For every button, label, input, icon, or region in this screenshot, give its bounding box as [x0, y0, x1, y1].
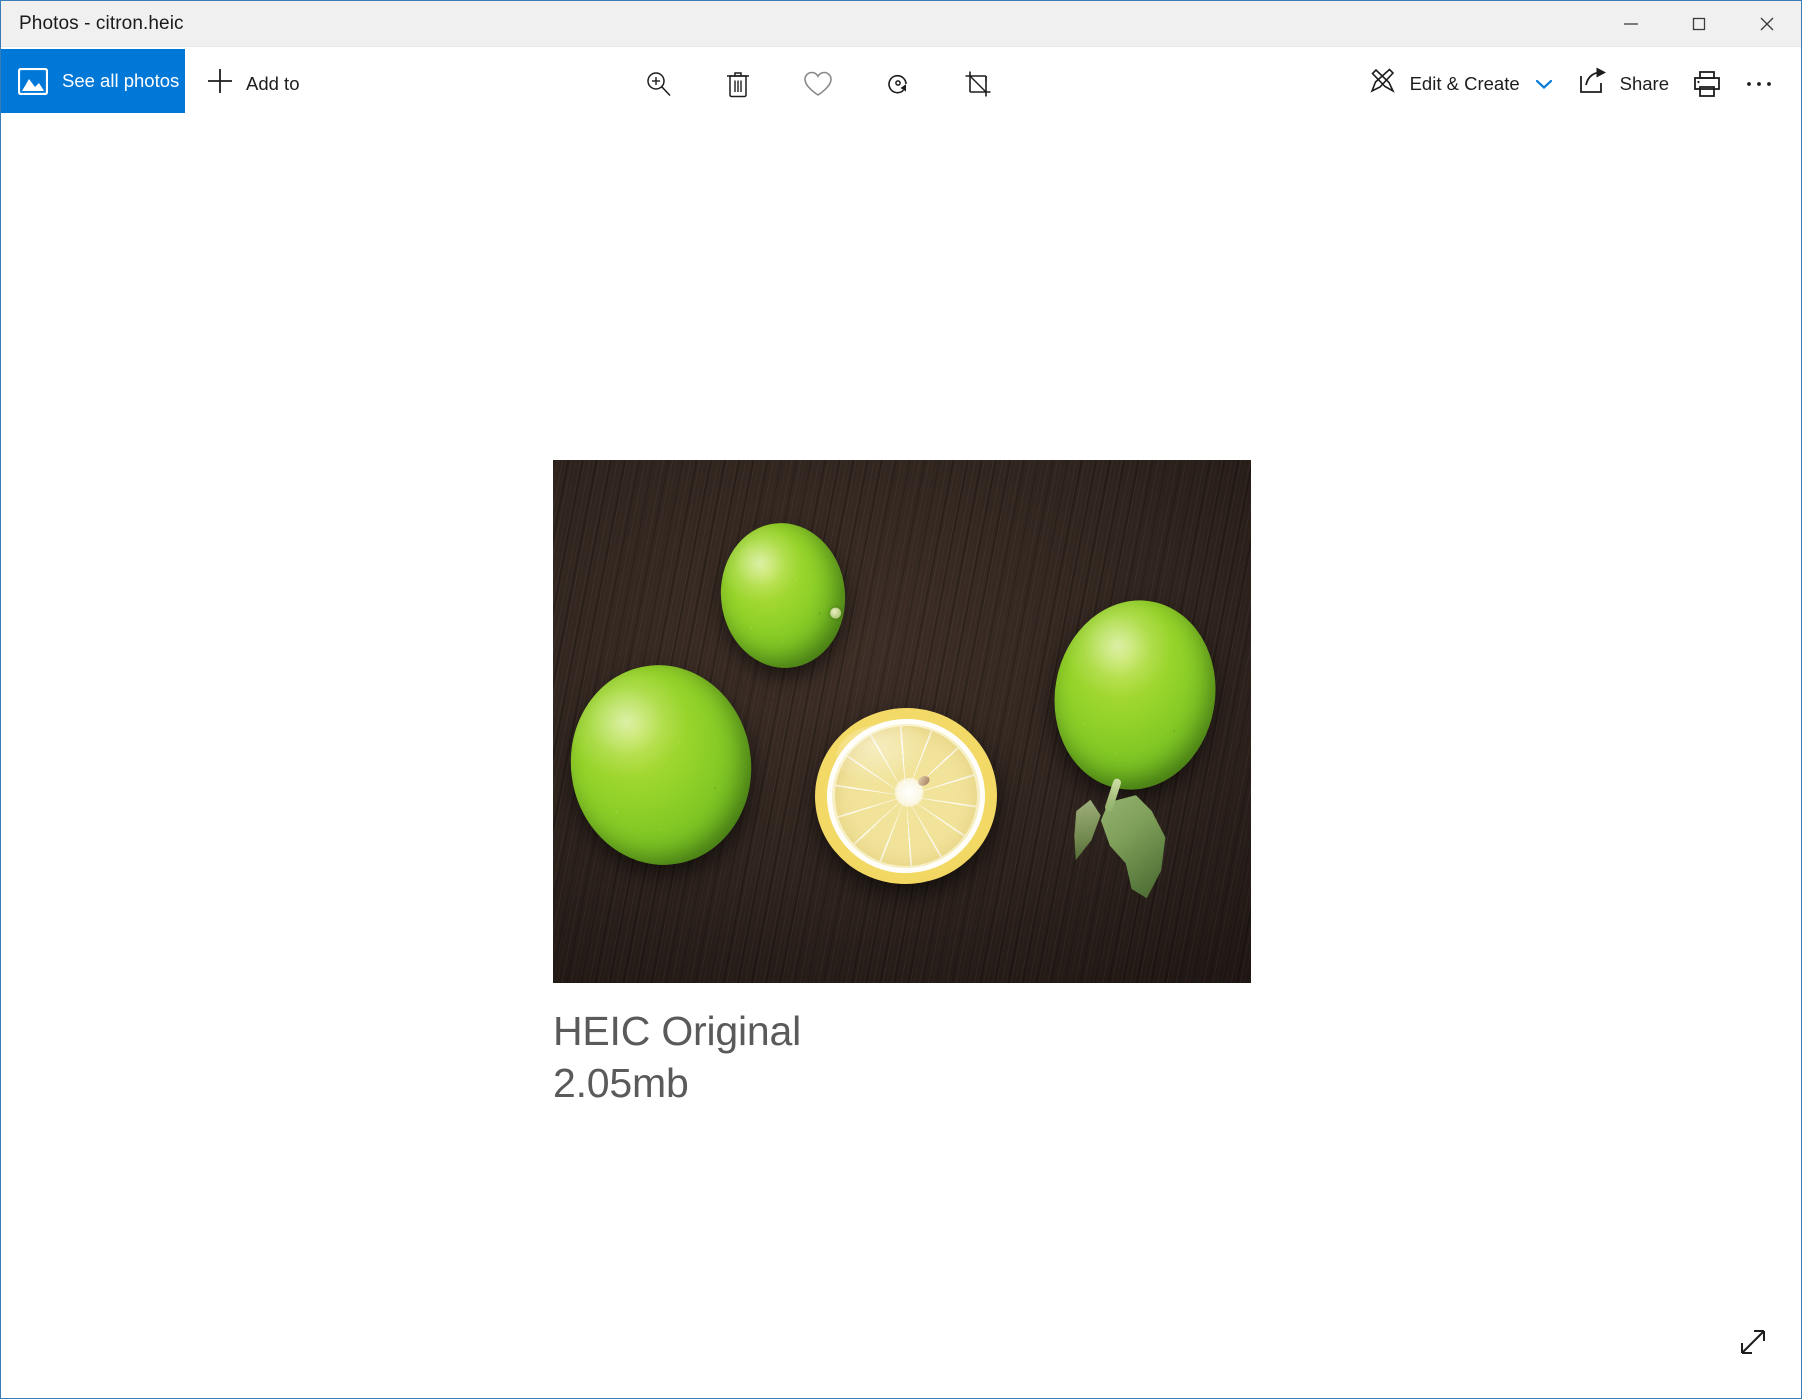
plus-icon	[205, 66, 235, 101]
photos-icon	[17, 67, 49, 95]
lime-top-nub	[829, 606, 842, 620]
title-bar: Photos - citron.heic	[1, 1, 1801, 47]
window-controls	[1597, 1, 1801, 47]
printer-icon	[1692, 69, 1722, 99]
window-title: Photos - citron.heic	[19, 12, 184, 34]
more-ellipsis-icon	[1744, 79, 1774, 89]
photo-viewer-canvas: HEIC Original 2.05mb	[1, 120, 1801, 1398]
expand-button[interactable]	[1725, 1316, 1781, 1372]
see-all-photos-label: See all photos	[62, 70, 180, 91]
minimize-icon	[1620, 13, 1642, 35]
photos-app-window: Photos - citron.heic See all photos Add …	[0, 0, 1802, 1399]
share-button[interactable]: Share	[1565, 47, 1681, 120]
expand-diagonal-icon	[1733, 1322, 1773, 1367]
chevron-down-icon[interactable]	[1535, 78, 1553, 90]
photo-caption: HEIC Original 2.05mb	[553, 1005, 1251, 1109]
photo-block: HEIC Original 2.05mb	[553, 460, 1251, 1109]
favorite-button[interactable]	[792, 58, 844, 110]
add-to-label: Add to	[246, 72, 300, 94]
caption-line-size: 2.05mb	[553, 1060, 689, 1107]
toolbar-right-actions: Edit & Create Share	[1355, 47, 1801, 120]
minimize-button[interactable]	[1597, 1, 1665, 47]
zoom-in-icon	[643, 69, 673, 99]
maximize-button[interactable]	[1665, 1, 1733, 47]
edit-create-icon	[1367, 66, 1399, 101]
share-icon	[1577, 66, 1609, 101]
rotate-button[interactable]	[872, 58, 924, 110]
maximize-icon	[1688, 13, 1710, 35]
delete-button[interactable]	[712, 58, 764, 110]
toolbar-spring	[1004, 47, 1355, 120]
add-to-button[interactable]: Add to	[185, 47, 316, 120]
close-icon	[1756, 13, 1778, 35]
crop-icon	[963, 69, 993, 99]
toolbar-left-spacer	[316, 47, 632, 120]
edit-and-create-label: Edit & Create	[1409, 72, 1520, 94]
close-button[interactable]	[1733, 1, 1801, 47]
trash-icon	[724, 69, 752, 99]
see-more-button[interactable]	[1733, 58, 1785, 110]
zoom-button[interactable]	[632, 58, 684, 110]
heart-icon	[802, 69, 834, 99]
photo-image[interactable]	[553, 460, 1251, 983]
caption-line-format: HEIC Original	[553, 1008, 802, 1054]
toolbar-center-actions	[632, 47, 1004, 120]
command-bar: See all photos Add to Edit & Create Shar…	[1, 47, 1801, 120]
see-all-photos-button[interactable]: See all photos	[1, 49, 185, 113]
share-label: Share	[1619, 72, 1669, 94]
edit-and-create-button[interactable]: Edit & Create	[1355, 47, 1565, 120]
rotate-icon	[883, 69, 913, 99]
print-button[interactable]	[1681, 58, 1733, 110]
crop-button[interactable]	[952, 58, 1004, 110]
